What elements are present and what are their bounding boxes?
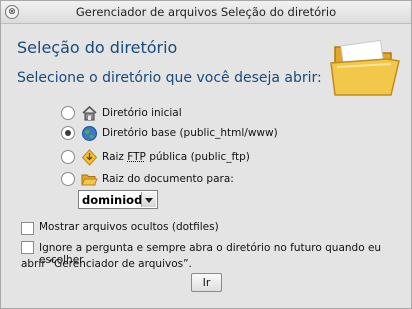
option-label-part: pública (public_ftp) xyxy=(145,151,250,163)
show-hidden-files-label: Mostrar arquivos ocultos (dotfiles) xyxy=(39,221,219,233)
ftp-arrows-icon xyxy=(81,148,98,166)
chevron-down-icon[interactable] xyxy=(141,192,156,207)
show-hidden-files-checkbox[interactable] xyxy=(21,222,34,235)
globe-icon xyxy=(82,125,97,141)
folder-illustration-icon xyxy=(330,39,400,96)
title-bar: ⊗ Gerenciador de arquivos Seleção do dir… xyxy=(1,1,411,24)
ftp-abbreviation: FTP xyxy=(127,151,146,163)
option-label-part: Raiz xyxy=(102,151,128,163)
instruction-text: Selecione o diretório que você deseja ab… xyxy=(17,70,322,86)
option-base-directory[interactable]: Diretório base (public_html/www) xyxy=(61,123,278,143)
page-title: Seleção do diretório xyxy=(17,38,178,57)
option-label: Raiz FTP pública (public_ftp) xyxy=(102,151,250,163)
document-root-domain-select[interactable]: dominiod xyxy=(78,190,158,209)
radio-document-root[interactable] xyxy=(61,172,75,186)
skip-question-checkbox[interactable] xyxy=(21,241,34,254)
radio-ftp-root[interactable] xyxy=(61,150,75,164)
home-icon xyxy=(82,105,97,120)
option-label: Diretório inicial xyxy=(102,107,182,119)
window-title: Gerenciador de arquivos Seleção do diret… xyxy=(75,5,337,19)
option-label: Diretório base (public_html/www) xyxy=(102,127,278,139)
go-button[interactable]: Ir xyxy=(191,273,222,292)
option-home-directory[interactable]: Diretório inicial xyxy=(61,103,182,123)
skip-question-label-line2: abrir “Gerenciador de arquivos”. xyxy=(21,258,192,270)
open-folder-icon xyxy=(81,174,98,185)
radio-home-directory[interactable] xyxy=(61,106,75,120)
dialog-window: ⊗ Gerenciador de arquivos Seleção do dir… xyxy=(0,0,412,309)
option-ftp-root[interactable]: Raiz FTP pública (public_ftp) xyxy=(61,147,250,167)
option-document-root[interactable]: Raiz do documento para: xyxy=(61,169,234,189)
option-label: Raiz do documento para: xyxy=(102,173,234,185)
radio-base-directory[interactable] xyxy=(61,126,75,140)
select-value: dominiod xyxy=(82,193,143,207)
